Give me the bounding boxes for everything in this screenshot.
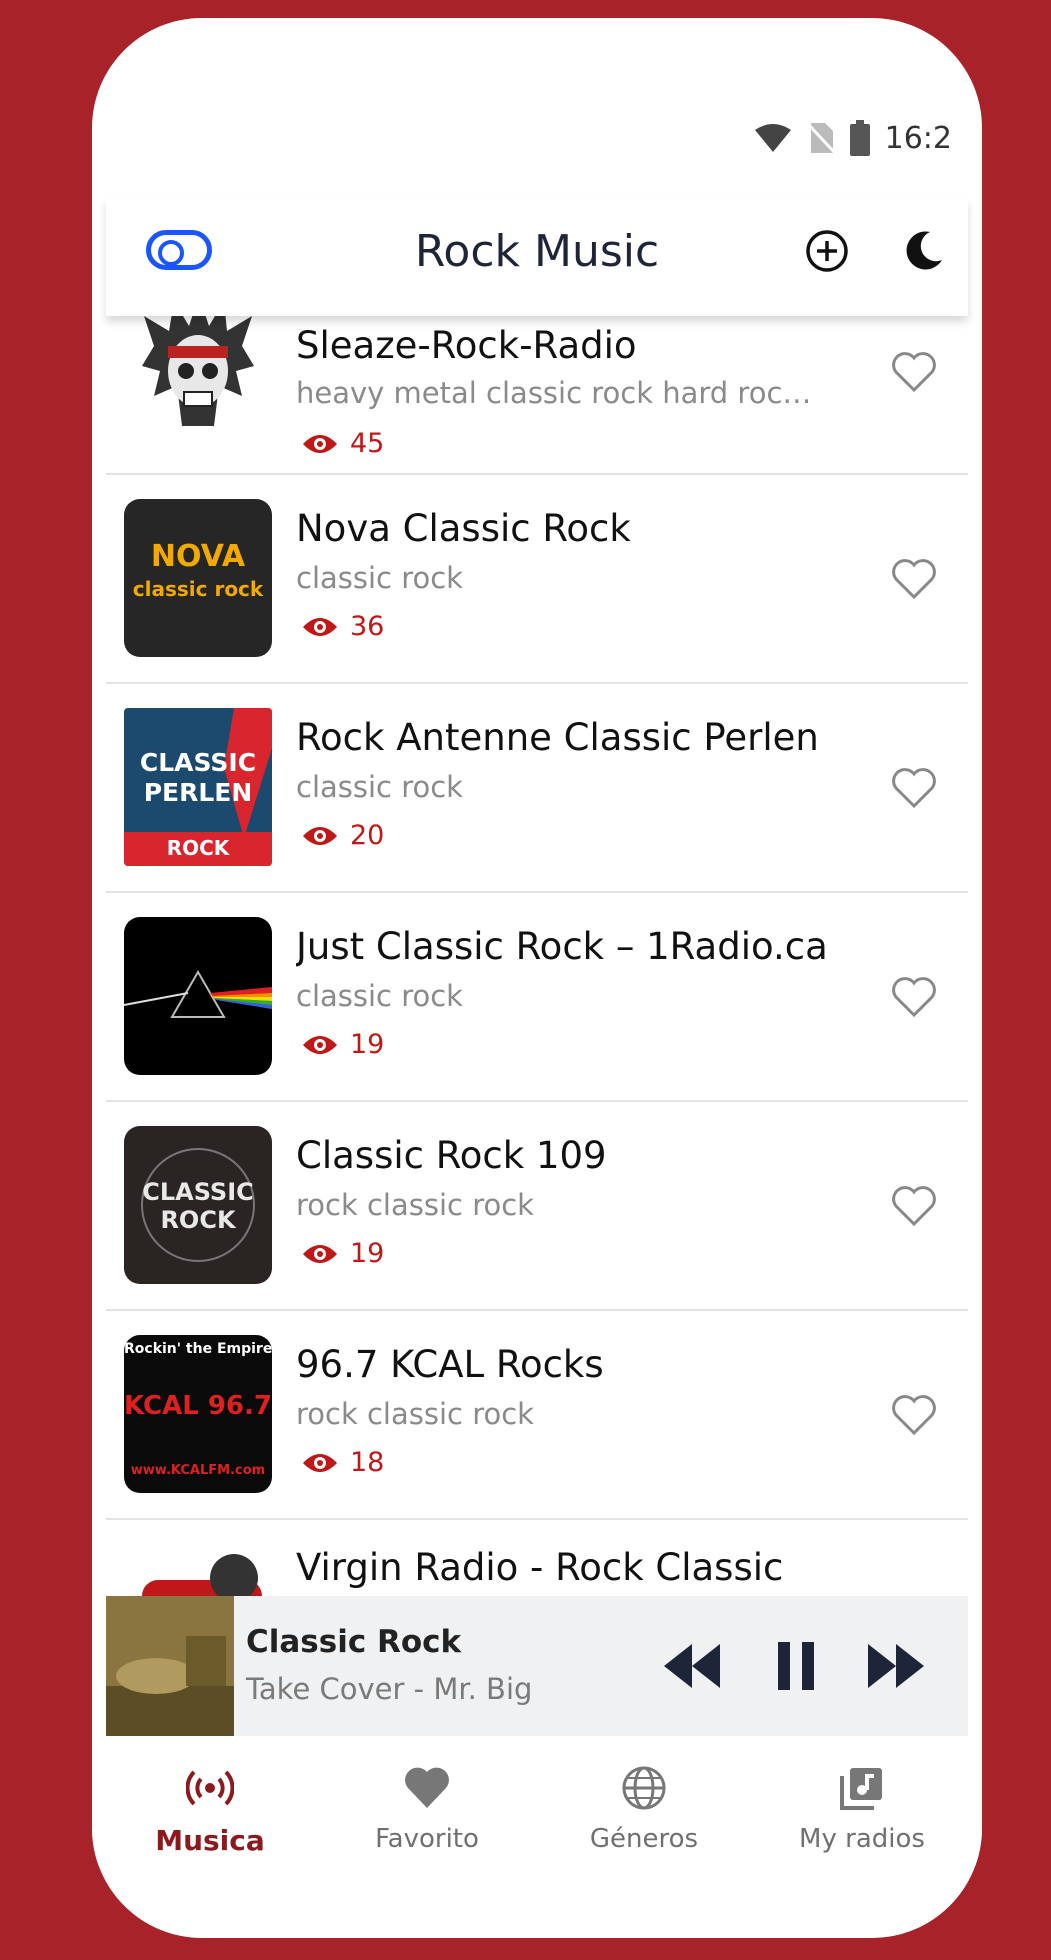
station-name: Virgin Radio - Rock Classic (296, 1546, 784, 1589)
favorite-heart-icon[interactable] (890, 975, 938, 1019)
no-sim-icon (806, 121, 835, 155)
nav-item-generos[interactable]: Géneros (544, 1764, 744, 1854)
view-count: 45 (302, 428, 384, 459)
station-genres: rock classic rock (296, 1397, 534, 1431)
music-library-icon (840, 1768, 882, 1810)
logo-text: classic rock (132, 577, 264, 601)
add-circle-icon[interactable] (804, 228, 850, 274)
eye-icon (303, 434, 337, 453)
heart-icon (405, 1767, 449, 1808)
logo-text: ROCK (160, 1206, 236, 1234)
station-logo: NOVA classic rock (124, 499, 272, 657)
logo-text: CLASSIC (142, 1178, 254, 1206)
view-count-value: 20 (350, 820, 385, 851)
station-list[interactable]: Sleaze-Rock-Radio heavy metal classic ro… (106, 316, 968, 1616)
station-logo (124, 917, 272, 1075)
list-item[interactable]: CLASSIC ROCK Classic Rock 109 rock class… (106, 1102, 968, 1311)
eye-icon (303, 1035, 337, 1054)
nav-label: Favorito (375, 1824, 479, 1854)
view-count: 36 (302, 611, 384, 642)
nav-item-my-radios[interactable]: My radios (762, 1764, 962, 1854)
view-count-value: 36 (350, 611, 385, 642)
favorite-heart-icon[interactable] (890, 350, 938, 394)
view-count: 18 (302, 1447, 384, 1478)
nav-item-favorito[interactable]: Favorito (327, 1764, 527, 1854)
nav-label: My radios (799, 1824, 925, 1854)
logo-text: KCAL 96.7 (124, 1391, 272, 1421)
station-name: 96.7 KCAL Rocks (296, 1343, 604, 1386)
logo-text: Rockin' the Empire (124, 1341, 272, 1357)
skull-logo (142, 316, 254, 426)
prism-logo (124, 970, 272, 1018)
view-count-value: 18 (350, 1447, 385, 1478)
logo-text: ROCK (166, 836, 230, 860)
station-name: Rock Antenne Classic Perlen (296, 716, 819, 759)
station-name: Nova Classic Rock (296, 507, 631, 550)
station-genres: rock classic rock (296, 1188, 534, 1222)
list-item[interactable]: Rockin' the Empire KCAL 96.7 www.KCALFM.… (106, 1311, 968, 1520)
nav-item-musica[interactable]: Musica (110, 1764, 310, 1857)
player-title: Classic Rock (246, 1624, 462, 1660)
rewind-icon[interactable] (662, 1638, 722, 1694)
app-bar: Rock Music (106, 198, 968, 316)
favorite-heart-icon[interactable] (890, 1393, 938, 1437)
station-logo: Rockin' the Empire KCAL 96.7 www.KCALFM.… (124, 1335, 272, 1493)
status-bar: 16:2​ (753, 118, 952, 158)
globe-icon (622, 1766, 666, 1810)
logo-text: PERLEN (143, 778, 253, 807)
list-item[interactable]: Just Classic Rock – 1Radio.ca classic ro… (106, 893, 968, 1102)
eye-icon (303, 1244, 337, 1263)
station-name: Classic Rock 109 (296, 1134, 607, 1177)
favorite-heart-icon[interactable] (890, 557, 938, 601)
logo-text: NOVA (150, 539, 246, 574)
eye-icon (303, 617, 337, 636)
view-count: 19 (302, 1029, 384, 1060)
view-count-value: 19 (350, 1238, 385, 1269)
eye-icon (303, 1453, 337, 1472)
pause-icon[interactable] (766, 1638, 826, 1694)
view-count-value: 45 (350, 428, 385, 459)
mini-player[interactable]: Classic Rock Take Cover - Mr. Big (106, 1596, 968, 1736)
list-item[interactable]: Sleaze-Rock-Radio heavy metal classic ro… (106, 316, 968, 475)
view-count: 19 (302, 1238, 384, 1269)
station-name: Sleaze-Rock-Radio (296, 324, 637, 367)
view-count-value: 19 (350, 1029, 385, 1060)
list-item[interactable]: CLASSIC PERLEN ROCK Rock Antenne Classic… (106, 684, 968, 893)
wifi-icon (754, 124, 791, 152)
station-genres: classic rock (296, 770, 463, 804)
station-genres: heavy metal classic rock hard rock alt..… (296, 376, 826, 410)
logo-text: www.KCALFM.com (130, 1463, 266, 1478)
list-item[interactable]: NOVA classic rock Nova Classic Rock clas… (106, 475, 968, 684)
bottom-nav: Musica Favorito Géneros My radios (92, 1736, 982, 1866)
station-genres: classic rock (296, 979, 463, 1013)
favorite-heart-icon[interactable] (890, 766, 938, 810)
station-genres: classic rock (296, 561, 463, 595)
station-logo (124, 316, 272, 444)
nav-label: Géneros (589, 1824, 699, 1854)
station-logo: CLASSIC ROCK (124, 1126, 272, 1284)
favorite-heart-icon[interactable] (890, 1184, 938, 1228)
album-cover (106, 1596, 234, 1736)
view-count: 20 (302, 820, 384, 851)
moon-icon[interactable] (900, 228, 946, 274)
fast-forward-icon[interactable] (866, 1638, 926, 1694)
station-name: Just Classic Rock – 1Radio.ca (296, 925, 828, 968)
station-logo: CLASSIC PERLEN ROCK (124, 708, 272, 866)
battery-icon (849, 120, 870, 156)
eye-icon (303, 826, 337, 845)
nav-label: Musica (155, 1824, 265, 1857)
player-subtitle: Take Cover - Mr. Big (246, 1672, 533, 1706)
logo-text: CLASSIC (139, 748, 257, 777)
radio-icon (186, 1770, 234, 1806)
phone-screen: 16:2​ Rock Music Sleaze-R (92, 18, 982, 1938)
status-time: 16:2​ (884, 120, 952, 156)
